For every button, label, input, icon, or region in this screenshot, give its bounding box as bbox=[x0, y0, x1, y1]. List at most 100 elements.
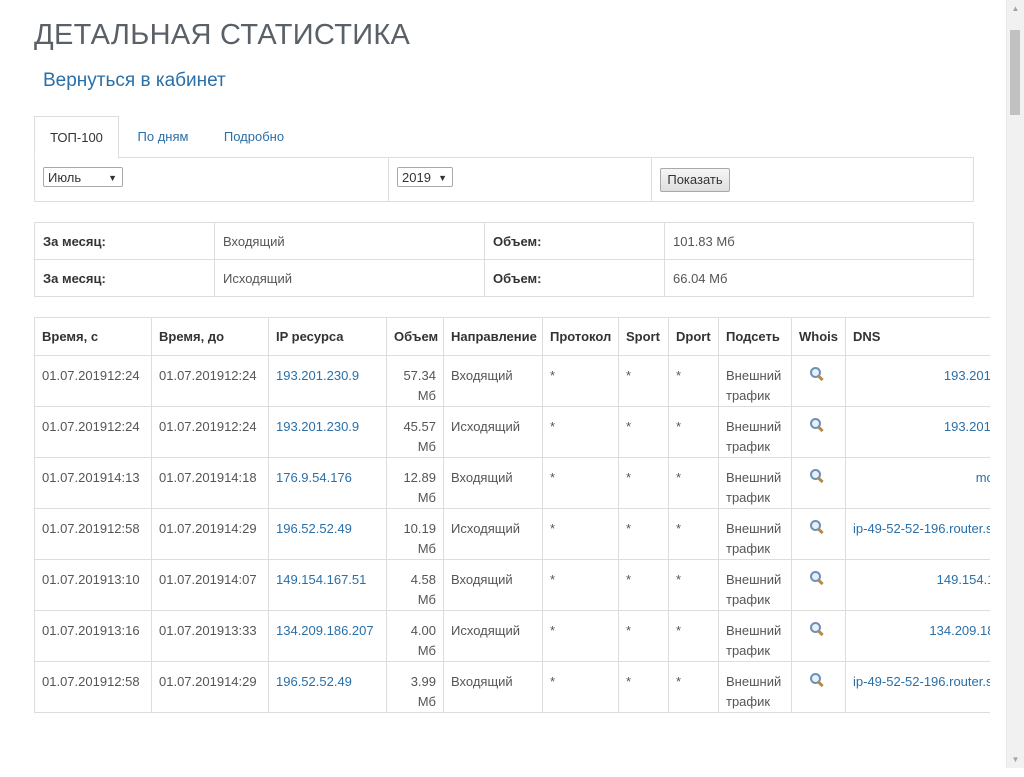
cell-whois bbox=[791, 355, 846, 407]
cell-whois bbox=[791, 457, 846, 509]
back-to-cabinet-link[interactable]: Вернуться в кабинет bbox=[43, 70, 226, 92]
table-header-row: Время, с Время, до IP ресурса Объем Напр… bbox=[34, 317, 990, 356]
cell-dport: * bbox=[668, 457, 719, 509]
magnifier-icon[interactable] bbox=[809, 570, 824, 586]
magnifier-icon[interactable] bbox=[809, 468, 824, 484]
ip-link[interactable]: 149.154.167.51 bbox=[276, 572, 366, 587]
cell-direction: Входящий bbox=[443, 355, 543, 407]
cell-ip: 176.9.54.176 bbox=[268, 457, 387, 509]
dns-link[interactable]: 134.209.186.207 bbox=[929, 623, 990, 638]
tab-detailed[interactable]: Подробно bbox=[212, 116, 296, 157]
cell-protocol: * bbox=[542, 355, 619, 407]
col-header-sport[interactable]: Sport bbox=[618, 317, 669, 356]
ip-link[interactable]: 196.52.52.49 bbox=[276, 674, 352, 689]
cell-subnet: Внешний трафик bbox=[718, 661, 792, 713]
summary-volume: 101.83 Мб bbox=[664, 222, 974, 260]
cell-direction: Исходящий bbox=[443, 406, 543, 458]
summary-label: За месяц: bbox=[34, 259, 215, 297]
dns-link[interactable]: 193.201.230.9 bbox=[944, 419, 990, 434]
traffic-table-wrapper: Время, с Время, до IP ресурса Объем Напр… bbox=[34, 317, 990, 777]
cell-dns: 193.201.230.9 bbox=[845, 406, 990, 458]
cell-to: 01.07.201914:07 bbox=[151, 559, 269, 611]
cell-to: 01.07.201912:24 bbox=[151, 406, 269, 458]
ip-link[interactable]: 176.9.54.176 bbox=[276, 470, 352, 485]
month-cell: Июль ▼ bbox=[35, 158, 389, 201]
cell-direction: Входящий bbox=[443, 661, 543, 713]
summary-table: За месяц: Входящий Объем: 101.83 Мб За м… bbox=[34, 222, 974, 297]
cell-to: 01.07.201914:29 bbox=[151, 508, 269, 560]
magnifier-icon[interactable] bbox=[809, 366, 824, 382]
col-header-dport[interactable]: Dport bbox=[668, 317, 719, 356]
dns-link[interactable]: ip-49-52-52-196.router.sydneyhosting bbox=[853, 521, 990, 536]
tab-by-days[interactable]: По дням bbox=[129, 116, 197, 157]
tab-top100[interactable]: ТОП-100 bbox=[34, 116, 119, 159]
scroll-down-arrow-icon[interactable]: ▼ bbox=[1007, 751, 1024, 768]
dns-link[interactable]: 193.201.230.9 bbox=[944, 368, 990, 383]
magnifier-icon[interactable] bbox=[809, 519, 824, 535]
cell-whois bbox=[791, 406, 846, 458]
cell-whois bbox=[791, 508, 846, 560]
cell-ip: 196.52.52.49 bbox=[268, 661, 387, 713]
cell-sport: * bbox=[618, 559, 669, 611]
ip-link[interactable]: 134.209.186.207 bbox=[276, 623, 374, 638]
cell-from: 01.07.201912:58 bbox=[34, 661, 152, 713]
page-scrollbar[interactable]: ▲ ▼ bbox=[1006, 0, 1024, 768]
col-header-to[interactable]: Время, до bbox=[151, 317, 269, 356]
cell-dport: * bbox=[668, 406, 719, 458]
summary-row: За месяц: Входящий Объем: 101.83 Мб bbox=[34, 222, 974, 260]
filter-form: Июль ▼ 2019 ▼ Показать bbox=[34, 157, 974, 202]
cell-protocol: * bbox=[542, 457, 619, 509]
submit-cell: Показать bbox=[652, 158, 973, 201]
dns-link[interactable]: 149.154.167.51 bbox=[937, 572, 990, 587]
month-select-value: Июль bbox=[48, 170, 82, 185]
cell-direction: Исходящий bbox=[443, 610, 543, 662]
ip-link[interactable]: 196.52.52.49 bbox=[276, 521, 352, 536]
cell-sport: * bbox=[618, 355, 669, 407]
col-header-protocol[interactable]: Протокол bbox=[542, 317, 619, 356]
ip-link[interactable]: 193.201.230.9 bbox=[276, 419, 359, 434]
month-select[interactable]: Июль ▼ bbox=[43, 167, 123, 187]
cell-volume: 45.57 Мб bbox=[386, 406, 444, 458]
cell-volume: 10.19 Мб bbox=[386, 508, 444, 560]
cell-sport: * bbox=[618, 508, 669, 560]
cell-subnet: Внешний трафик bbox=[718, 355, 792, 407]
summary-volume-label: Объем: bbox=[484, 259, 665, 297]
col-header-from[interactable]: Время, с bbox=[34, 317, 152, 356]
cell-dns: 149.154.167.51 bbox=[845, 559, 990, 611]
cell-from: 01.07.201914:13 bbox=[34, 457, 152, 509]
cell-subnet: Внешний трафик bbox=[718, 559, 792, 611]
cell-volume: 4.00 Мб bbox=[386, 610, 444, 662]
cell-volume: 12.89 Мб bbox=[386, 457, 444, 509]
magnifier-icon[interactable] bbox=[809, 672, 824, 688]
col-header-whois[interactable]: Whois bbox=[791, 317, 846, 356]
col-header-dns[interactable]: DNS bbox=[845, 317, 990, 356]
table-row: 01.07.201912:24 01.07.201912:24 193.201.23… bbox=[34, 355, 990, 407]
summary-label: За месяц: bbox=[34, 222, 215, 260]
cell-volume: 57.34 Мб bbox=[386, 355, 444, 407]
cell-ip: 134.209.186.207 bbox=[268, 610, 387, 662]
col-header-ip[interactable]: IP ресурса bbox=[268, 317, 387, 356]
magnifier-icon[interactable] bbox=[809, 621, 824, 637]
col-header-direction[interactable]: Направление bbox=[443, 317, 543, 356]
cell-dport: * bbox=[668, 559, 719, 611]
cell-whois bbox=[791, 661, 846, 713]
dns-link[interactable]: ip-49-52-52-196.router.sydneyhosting bbox=[853, 674, 990, 689]
cell-whois bbox=[791, 559, 846, 611]
cell-dns: 134.209.186.207 bbox=[845, 610, 990, 662]
show-button[interactable]: Показать bbox=[660, 168, 730, 192]
cell-to: 01.07.201914:29 bbox=[151, 661, 269, 713]
year-select[interactable]: 2019 ▼ bbox=[397, 167, 453, 187]
scroll-up-arrow-icon[interactable]: ▲ bbox=[1007, 0, 1024, 17]
magnifier-icon[interactable] bbox=[809, 417, 824, 433]
ip-link[interactable]: 193.201.230.9 bbox=[276, 368, 359, 383]
dns-link[interactable]: mcgrp.ru bbox=[976, 470, 990, 485]
cell-direction: Входящий bbox=[443, 559, 543, 611]
cell-ip: 193.201.230.9 bbox=[268, 355, 387, 407]
col-header-subnet[interactable]: Подсеть bbox=[718, 317, 792, 356]
cell-subnet: Внешний трафик bbox=[718, 457, 792, 509]
col-header-volume[interactable]: Объем bbox=[386, 317, 444, 356]
cell-dport: * bbox=[668, 610, 719, 662]
cell-from: 01.07.201913:10 bbox=[34, 559, 152, 611]
cell-ip: 196.52.52.49 bbox=[268, 508, 387, 560]
scrollbar-thumb[interactable] bbox=[1010, 30, 1020, 115]
